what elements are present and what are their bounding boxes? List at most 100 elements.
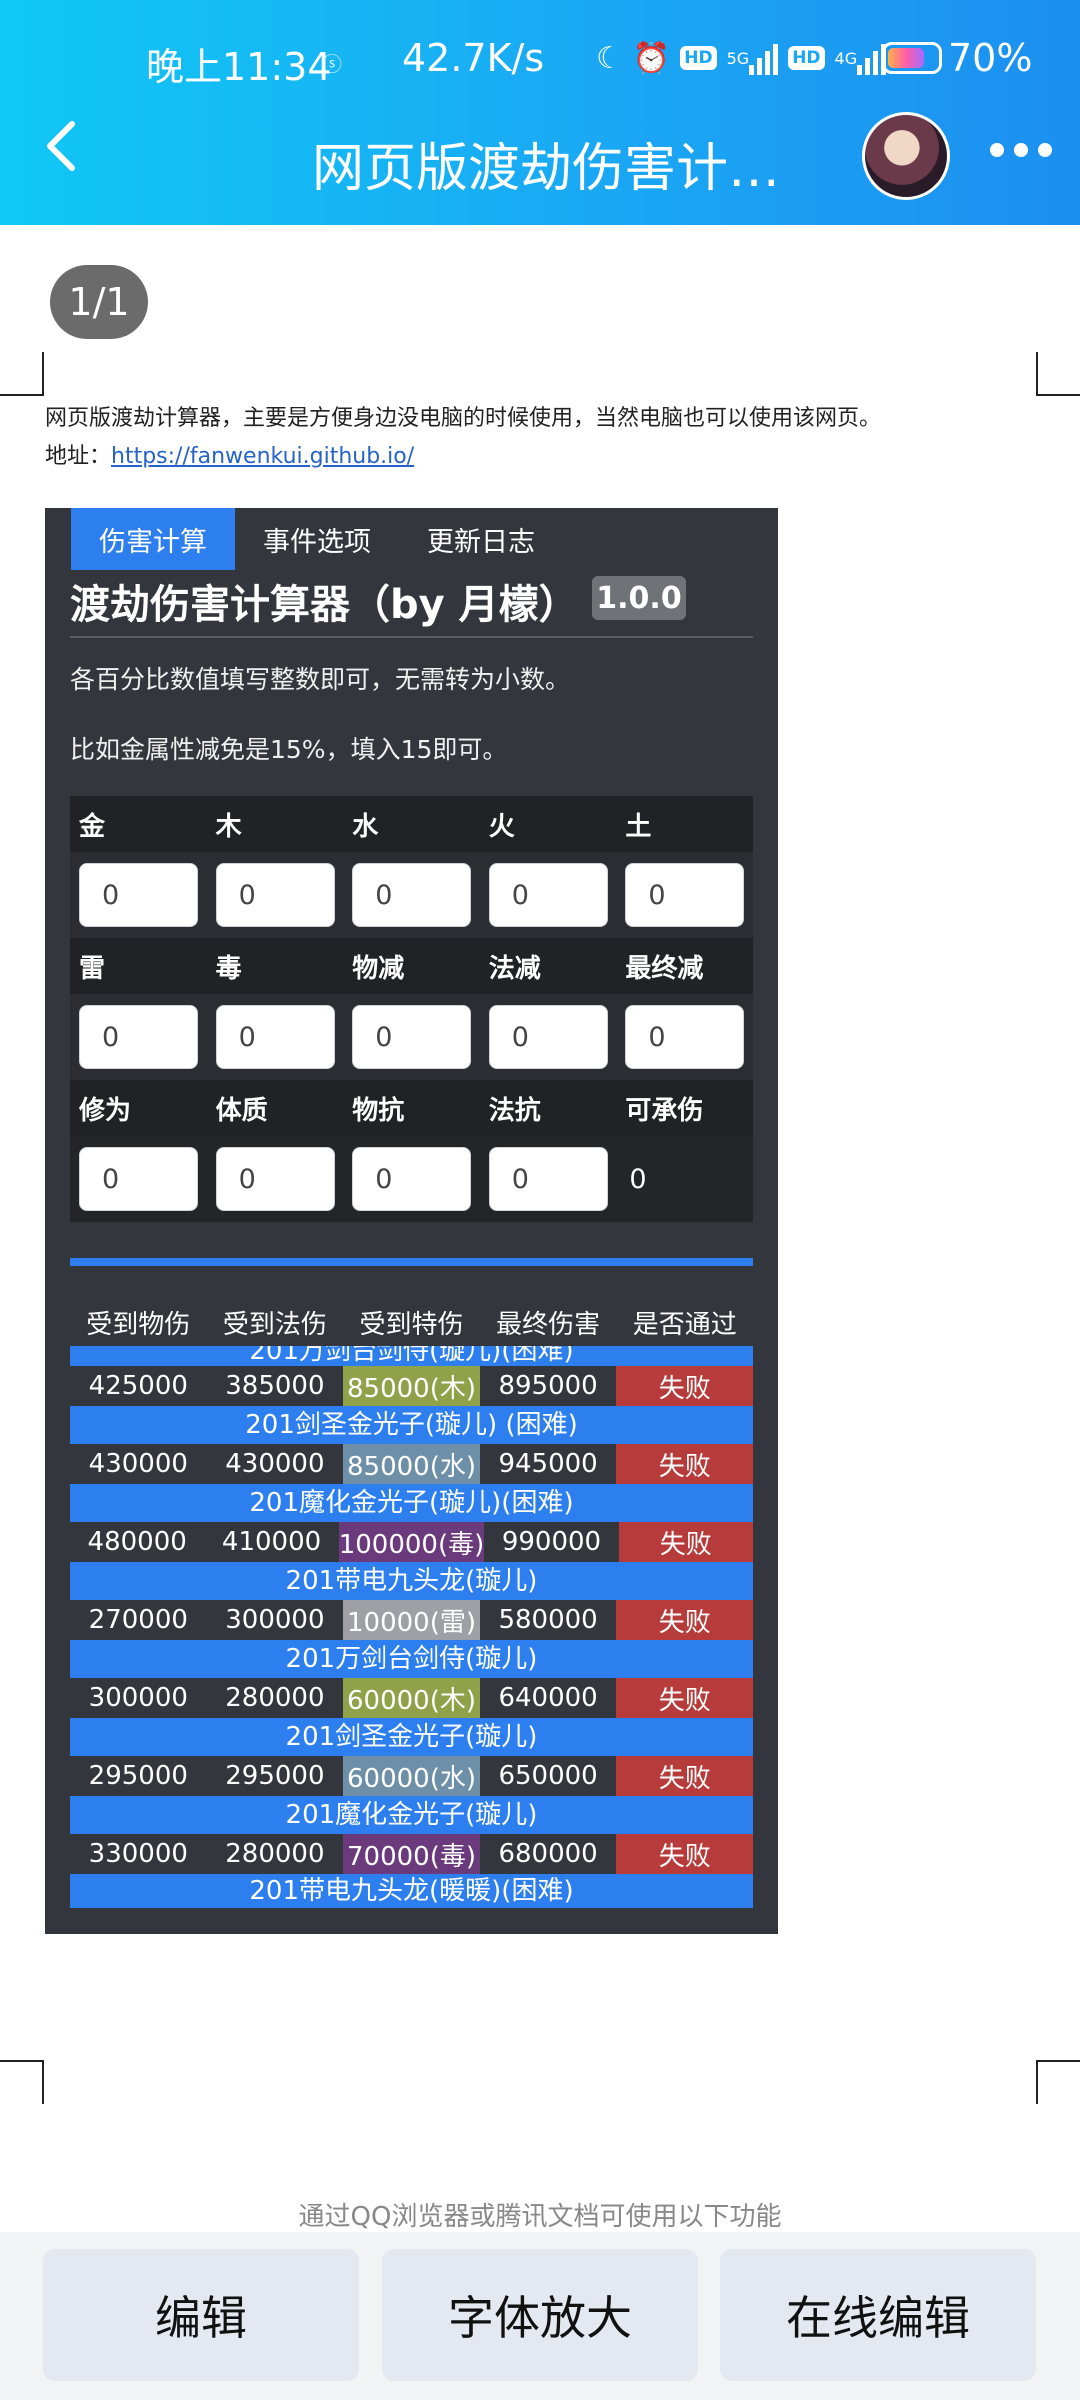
avatar[interactable] [862,112,950,200]
result-section-title: 201剑圣金光子(璇儿) (困难) [70,1406,753,1444]
result-pass-badge: 失败 [618,1522,753,1562]
input-fakang[interactable]: 0 [488,1147,608,1211]
result-magic: 430000 [225,1449,325,1479]
page-title: 网页版渡劫伤害计… [312,139,781,199]
divider [70,636,753,638]
input-du[interactable]: 0 [215,1005,335,1069]
input-xiuwei[interactable]: 0 [79,1147,198,1211]
label-zuizhongjian: 最终减 [625,953,704,984]
battery-percent: 70% [948,36,1033,80]
result-phys: 270000 [88,1605,188,1635]
result-special: 85000(木) [343,1366,480,1406]
result-magic: 295000 [225,1761,325,1791]
grid-input-row-2: 0 0 0 0 0 [70,994,753,1080]
result-section-title: 201魔化金光子(璇儿)(困难) [70,1484,753,1522]
input-zuizhongjian[interactable]: 0 [625,1005,745,1069]
result-row: 270000 300000 10000(雷) 580000 失败 [70,1600,753,1640]
result-section-title: 201剑圣金光子(璇儿) [70,1718,753,1756]
col-magic-damage: 受到法伤 [222,1310,327,1340]
hd-icon: HD [680,36,717,80]
tab-changelog[interactable]: 更新日志 [399,508,563,570]
bottom-action-bar: 编辑 字体放大 在线编辑 [0,2232,1080,2400]
grid-input-row-3: 0 0 0 0 0 [70,1136,753,1222]
result-row: 430000 430000 85000(水) 945000 失败 [70,1444,753,1484]
result-section-title: 201魔化金光子(璇儿) [70,1796,753,1834]
result-final: 640000 [498,1683,598,1713]
result-phys: 295000 [88,1761,188,1791]
alarm-icon: ⏰ [632,40,671,76]
address-label: 地址： [45,444,112,469]
doc-address-line: 地址：https://fanwenkui.github.io/ [45,438,414,470]
label-tu: 土 [625,811,652,842]
input-shui[interactable]: 0 [352,863,472,927]
label-xiuwei: 修为 [79,1095,132,1126]
result-final: 990000 [501,1527,602,1557]
input-tizhi[interactable]: 0 [215,1147,335,1211]
input-wukang[interactable]: 0 [352,1147,472,1211]
input-tu[interactable]: 0 [625,863,745,927]
tab-event-options[interactable]: 事件选项 [235,508,399,570]
result-row: 480000 410000 100000(毒) 990000 失败 [70,1522,753,1562]
result-section-title: 201带电九头龙(璇儿) [70,1562,753,1600]
result-section-title: 201万剑台剑侍(璇儿) [70,1640,753,1678]
feature-hint: 通过QQ浏览器或腾讯文档可使用以下功能 [298,2202,782,2232]
page-indicator: 1/1 [50,265,148,339]
input-fajian[interactable]: 0 [488,1005,608,1069]
label-mu: 木 [215,811,242,842]
edit-button[interactable]: 编辑 [43,2249,359,2381]
doc-intro-text: 网页版渡劫计算器，主要是方便身边没电脑的时候使用，当然电脑也可以使用该网页。 [45,406,882,431]
crop-mark-top-left [0,352,44,396]
label-wujian: 物减 [352,953,405,984]
signal-5g-icon: 5G [727,36,779,80]
input-lei[interactable]: 0 [79,1005,198,1069]
version-badge: 1.0.0 [592,576,686,620]
result-phys: 425000 [88,1371,188,1401]
result-phys: 430000 [88,1449,188,1479]
grid-header-row-2: 雷 毒 物减 法减 最终减 [70,938,753,994]
input-jin[interactable]: 0 [79,863,198,927]
result-pass-badge: 失败 [616,1444,753,1484]
input-huo[interactable]: 0 [488,863,608,927]
tab-damage-calc[interactable]: 伤害计算 [71,508,235,570]
more-menu-icon[interactable] [990,143,1052,157]
input-mu[interactable]: 0 [215,863,335,927]
result-special: 60000(木) [343,1678,480,1718]
result-magic: 280000 [225,1683,325,1713]
label-jin: 金 [79,811,106,842]
section-divider [70,1258,753,1266]
result-final: 680000 [498,1839,598,1869]
result-final: 895000 [498,1371,598,1401]
status-time: 晚上11:34 [146,45,332,89]
online-edit-button[interactable]: 在线编辑 [720,2249,1036,2381]
result-pass-badge: 失败 [616,1756,753,1796]
results-header: 受到物伤 受到法伤 受到特伤 最终伤害 是否通过 [70,1304,753,1341]
col-pass: 是否通过 [632,1310,737,1340]
label-lei: 雷 [79,953,106,984]
grid-header-row-3: 修为 体质 物抗 法抗 可承伤 [70,1080,753,1136]
battery-icon [882,42,942,74]
results-table: 201万剑台剑侍(璇儿)(困难) 425000 385000 85000(木) … [70,1346,753,1908]
crop-mark-top-right [1036,352,1080,396]
embedded-calculator-screenshot: 伤害计算 事件选项 更新日志 渡劫伤害计算器（by 月檬） 1.0.0 各百分比… [45,508,778,1934]
back-arrow-icon[interactable] [40,118,84,174]
crop-mark-bottom-right [1036,2060,1080,2104]
status-notification-icon: ⓢ [322,52,342,76]
status-network-speed: 42.7K/s [402,36,545,80]
label-fajian: 法减 [488,953,541,984]
label-huo: 火 [488,811,515,842]
font-enlarge-button[interactable]: 字体放大 [382,2249,698,2381]
result-phys: 330000 [88,1839,188,1869]
label-wukang: 物抗 [352,1095,405,1126]
result-row: 295000 295000 60000(水) 650000 失败 [70,1756,753,1796]
result-pass-badge: 失败 [616,1678,753,1718]
result-pass-badge: 失败 [616,1366,753,1406]
app-tabs: 伤害计算 事件选项 更新日志 [71,508,563,570]
input-wujian[interactable]: 0 [352,1005,472,1069]
result-special: 100000(毒) [338,1522,485,1562]
address-link[interactable]: https://fanwenkui.github.io/ [111,444,414,469]
label-du: 毒 [215,953,242,984]
label-kechengshang: 可承伤 [625,1095,704,1126]
result-section-title: 201万剑台剑侍(璇儿)(困难) [70,1346,753,1366]
result-phys: 480000 [87,1527,187,1557]
result-special: 70000(毒) [343,1834,480,1874]
